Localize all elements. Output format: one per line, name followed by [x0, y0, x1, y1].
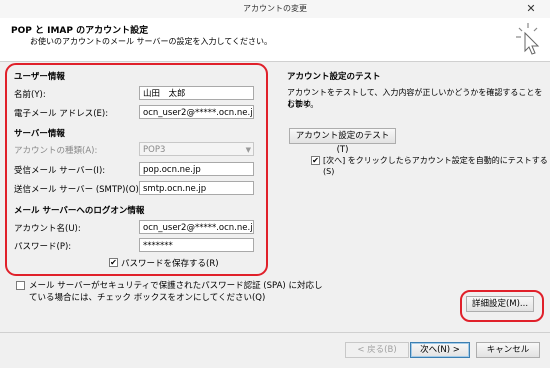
- auto-test-label-line2: (S): [323, 167, 335, 176]
- name-field[interactable]: 山田 太郎: [139, 86, 254, 100]
- remember-password-checkbox[interactable]: ✔: [109, 258, 118, 267]
- outgoing-server-label: 送信メール サーバー (SMTP)(O):: [14, 185, 142, 195]
- outgoing-server-field[interactable]: smtp.ocn.ne.jp: [139, 181, 254, 195]
- chevron-down-icon: ▼: [245, 146, 251, 154]
- cursor-click-icon: [516, 23, 540, 55]
- name-label: 名前(Y):: [14, 90, 46, 100]
- auto-test-checkbox[interactable]: ✔: [311, 156, 320, 165]
- window-title: アカウントの変更: [243, 4, 307, 13]
- next-button[interactable]: 次へ(N) >: [410, 342, 470, 358]
- back-button[interactable]: < 戻る(B): [345, 342, 409, 358]
- account-name-field[interactable]: ocn_user2@*****.ocn.ne.jp: [139, 220, 254, 234]
- remember-password-label: パスワードを保存する(R): [121, 259, 219, 269]
- email-field[interactable]: ocn_user2@*****.ocn.ne.jp: [139, 105, 254, 119]
- account-type-label: アカウントの種類(A):: [14, 146, 98, 156]
- spa-checkbox[interactable]: [16, 281, 25, 290]
- email-label: 電子メール アドレス(E):: [14, 109, 109, 119]
- page-subtitle: お使いのアカウントのメール サーバーの設定を入力してください。: [30, 37, 272, 46]
- more-settings-button[interactable]: 詳細設定(M)...: [466, 296, 534, 312]
- account-type-select[interactable]: POP3 ▼: [139, 142, 254, 156]
- spa-label-line1: メール サーバーがセキュリティで保護されたパスワード認証 (SPA) に対応し: [29, 281, 323, 291]
- spa-label-line2: ている場合には、チェック ボックスをオンにしてください(Q): [29, 293, 266, 303]
- password-label: パスワード(P):: [14, 242, 72, 252]
- title-bar: アカウントの変更 ✕: [0, 0, 550, 19]
- page-title: POP と IMAP のアカウント設定: [11, 26, 149, 36]
- test-settings-desc-line1: アカウントをテストして、入力内容が正しいかどうかを確認することをお勧め: [287, 88, 543, 108]
- incoming-server-field[interactable]: pop.ocn.ne.jp: [139, 162, 254, 176]
- account-name-label: アカウント名(U):: [14, 224, 81, 234]
- dialog-header: POP と IMAP のアカウント設定 お使いのアカウントのメール サーバーの設…: [0, 18, 550, 62]
- close-icon[interactable]: ✕: [518, 2, 544, 15]
- footer-divider: [0, 332, 550, 333]
- logon-info-heading: メール サーバーへのログオン情報: [14, 206, 145, 216]
- test-settings-desc-line2: します。: [287, 100, 319, 109]
- test-account-settings-button[interactable]: アカウント設定のテスト(T): [289, 128, 396, 155]
- account-type-value: POP3: [143, 145, 166, 155]
- auto-test-label-line1: [次へ] をクリックしたらアカウント設定を自動的にテストする: [323, 156, 548, 165]
- cancel-button[interactable]: キャンセル: [476, 342, 540, 358]
- user-info-heading: ユーザー情報: [14, 72, 65, 82]
- password-field[interactable]: *******: [139, 238, 254, 252]
- test-settings-heading: アカウント設定のテスト: [287, 72, 381, 82]
- server-info-heading: サーバー情報: [14, 129, 65, 139]
- incoming-server-label: 受信メール サーバー(I):: [14, 166, 106, 176]
